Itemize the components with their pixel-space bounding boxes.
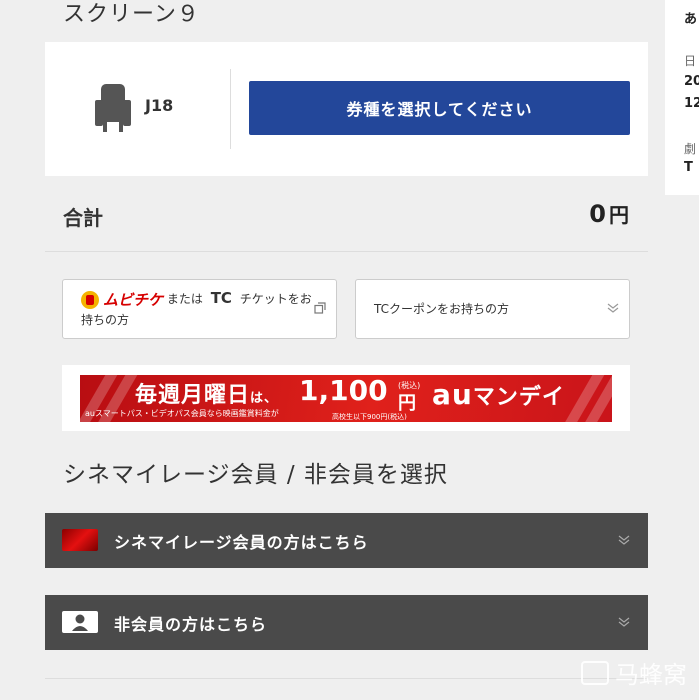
watermark-icon	[581, 660, 609, 685]
divider	[45, 251, 648, 252]
mubichike-option[interactable]: ムビチケ または TC チケットをお持ちの方	[62, 279, 337, 339]
nonmember-accordion[interactable]: 非会員の方はこちら	[45, 595, 648, 650]
divider	[45, 678, 648, 679]
side-text-4: 12	[684, 96, 699, 111]
tc-coupon-label: TCクーポンをお持ちの方	[374, 302, 510, 316]
mubichike-logo: ムビチケ	[81, 290, 163, 310]
banner-subtext-2: 高校生以下900円(税込)	[332, 413, 407, 421]
external-link-icon	[314, 302, 326, 314]
user-icon	[62, 611, 98, 633]
watermark-text: 马蜂窝	[615, 661, 687, 689]
side-text-3: 20	[684, 74, 699, 89]
tc-coupon-option[interactable]: TCクーポンをお持ちの方	[355, 279, 630, 339]
mubichike-badge-icon	[81, 290, 99, 309]
tc-logo: TC	[210, 289, 232, 307]
divider	[230, 69, 231, 149]
total-unit: 円	[609, 203, 629, 227]
side-text-6: T	[684, 160, 693, 175]
au-monday-banner[interactable]: 毎週月曜日は、 1,100 (税込) 円 auスマートパス・ビデオパス会員なら映…	[62, 365, 630, 431]
member-section-title: シネマイレージ会員 / 非会員を選択	[63, 462, 448, 488]
seat-number: J18	[145, 96, 174, 115]
chevron-down-icon	[618, 617, 630, 627]
total-amount: 0	[589, 200, 606, 228]
member-card-icon	[62, 529, 98, 551]
total-value: 0円	[589, 199, 629, 228]
banner-main-text: 毎週月曜日は、	[135, 383, 279, 408]
seat-icon	[95, 84, 131, 132]
au-monday-logo: auマンデイ	[432, 378, 565, 411]
side-panel: あ 日 20 12 劇 T	[665, 0, 699, 195]
banner-subtext: auスマートパス・ビデオパス会員なら映画鑑賞料金が	[85, 409, 279, 418]
side-text-5: 劇	[684, 142, 697, 156]
total-label: 合計	[63, 206, 103, 230]
chevron-down-icon	[607, 303, 619, 313]
mubichike-text-mid: または	[166, 292, 203, 306]
select-ticket-type-button[interactable]: 券種を選択してください	[249, 81, 630, 135]
watermark: 马蜂窝	[581, 655, 687, 690]
seat-card: J18 券種を選択してください	[45, 42, 648, 176]
banner-price: 1,100	[299, 375, 388, 407]
side-text-2: 日	[684, 54, 697, 68]
nonmember-accordion-label: 非会員の方はこちら	[114, 615, 268, 634]
chevron-down-icon	[618, 535, 630, 545]
member-accordion-label: シネマイレージ会員の方はこちら	[114, 533, 369, 552]
screen-title: スクリーン９	[63, 2, 200, 27]
banner-image: 毎週月曜日は、 1,100 (税込) 円 auスマートパス・ビデオパス会員なら映…	[80, 375, 612, 422]
cinemileage-member-accordion[interactable]: シネマイレージ会員の方はこちら	[45, 513, 648, 568]
side-text-1: あ	[684, 12, 698, 27]
